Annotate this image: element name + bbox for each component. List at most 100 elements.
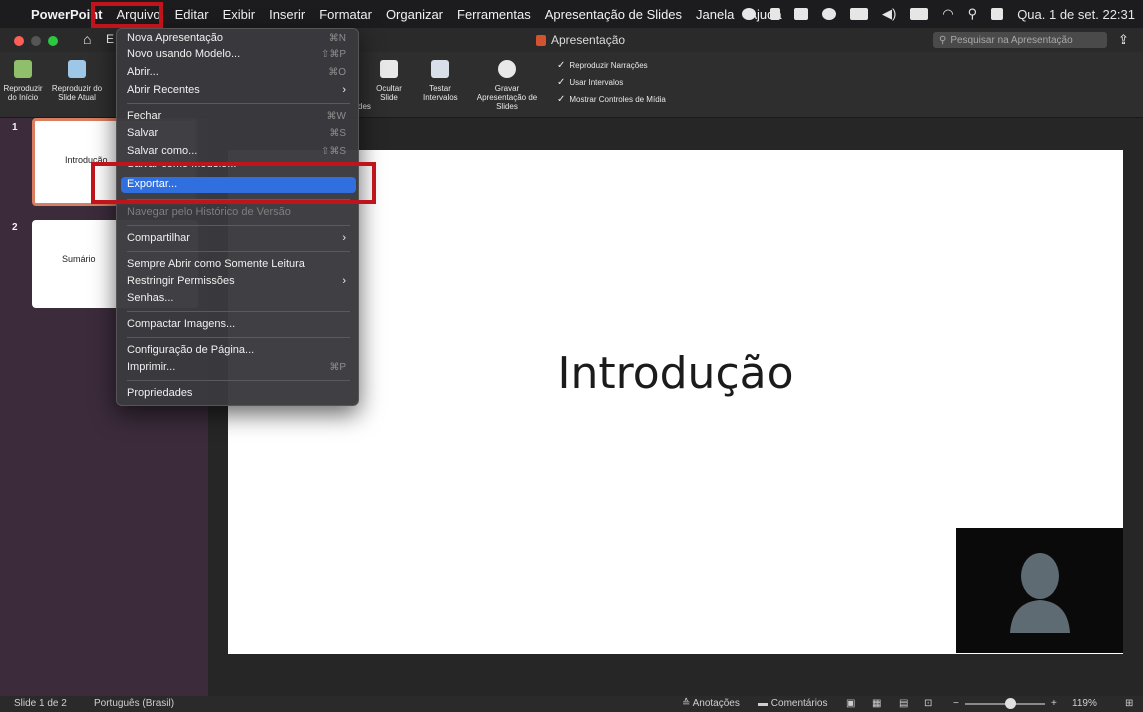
menu-item-passwords[interactable]: Senhas...: [121, 291, 356, 306]
menu-item-restrict[interactable]: Restringir Permissões ›: [121, 274, 356, 289]
menu-item-new-template[interactable]: Novo usando Modelo... ⇧⌘P: [121, 47, 356, 62]
checkbox-media-controls[interactable]: ✓ Mostrar Controles de Mídia: [557, 94, 666, 105]
normal-view-icon[interactable]: ▣: [846, 698, 855, 709]
spotlight-search-icon[interactable]: ⚲: [968, 6, 978, 22]
menu-item-read-only[interactable]: Sempre Abrir como Somente Leitura: [121, 257, 356, 272]
menu-item-close[interactable]: Fechar ⌘W: [121, 109, 356, 124]
close-window-button[interactable]: [14, 36, 24, 46]
thumbnail-text: Sumário: [62, 254, 96, 264]
location-icon[interactable]: [769, 8, 780, 20]
menu-item-label: Nova Apresentação: [127, 32, 224, 44]
menu-ferramentas[interactable]: Ferramentas: [450, 7, 538, 22]
record-icon: [498, 60, 516, 78]
menu-item-page-setup[interactable]: Configuração de Página...: [121, 343, 356, 358]
narrations-label: Reproduzir Narrações: [569, 61, 648, 70]
chevron-right-icon: ›: [342, 84, 346, 96]
record-show-label: Gravar Apresentação de Slides: [476, 84, 538, 111]
shortcut: ⌘P: [329, 362, 346, 373]
thumbnail-number: 1: [12, 122, 18, 133]
search-input[interactable]: ⚲ Pesquisar na Apresentação: [933, 32, 1107, 48]
menu-janela[interactable]: Janela: [689, 7, 741, 22]
checkmark-icon: ✓: [557, 60, 566, 71]
timings-label: Usar Intervalos: [569, 78, 624, 87]
menu-separator: [127, 103, 350, 104]
menu-clock[interactable]: Qua. 1 de set. 22:31: [1017, 7, 1135, 22]
share-icon[interactable]: ⇪: [1118, 32, 1132, 47]
comments-button[interactable]: ▬ Comentários: [758, 698, 827, 709]
menu-apresentacao[interactable]: Apresentação de Slides: [538, 7, 689, 22]
menu-item-label: Compactar Imagens...: [127, 318, 236, 330]
alert-icon[interactable]: [793, 8, 808, 20]
sorter-view-icon[interactable]: ▦: [872, 698, 881, 709]
zoom-window-button[interactable]: [48, 36, 58, 46]
menu-item-label: Novo usando Modelo...: [127, 48, 241, 60]
play-from-start-button[interactable]: Reproduzir do Início: [3, 60, 43, 102]
zoom-out-button[interactable]: −: [953, 698, 959, 709]
fit-slide-icon[interactable]: ⊞: [1125, 698, 1133, 709]
chevron-right-icon: ›: [342, 275, 346, 287]
menu-item-label: Compartilhar: [127, 232, 190, 244]
checkbox-timings[interactable]: ✓ Usar Intervalos: [557, 77, 623, 88]
menu-item-label: Configuração de Página...: [127, 344, 255, 356]
menu-item-version-history: Navegar pelo Histórico de Versão: [121, 205, 356, 220]
notes-button[interactable]: ≙ Anotações: [682, 698, 740, 709]
home-icon[interactable]: ⌂: [83, 31, 91, 47]
hide-slide-button[interactable]: Ocultar Slide: [373, 60, 405, 102]
menu-item-label: Senhas...: [127, 292, 174, 304]
menu-item-save-as[interactable]: Salvar como... ⇧⌘S: [121, 144, 356, 159]
menu-item-properties[interactable]: Propriedades: [121, 386, 356, 401]
search-icon: ⚲: [939, 34, 947, 46]
menu-item-label: Navegar pelo Histórico de Versão: [127, 206, 291, 218]
menu-organizar[interactable]: Organizar: [379, 7, 450, 22]
slide-counter: Slide 1 de 2: [14, 698, 67, 709]
menu-formatar[interactable]: Formatar: [312, 7, 379, 22]
language-indicator[interactable]: Português (Brasil): [94, 698, 174, 709]
menu-separator: [127, 311, 350, 312]
zoom-slider-handle[interactable]: [1005, 698, 1016, 709]
reading-view-icon[interactable]: ▤: [899, 698, 908, 709]
person-silhouette-icon: [1010, 553, 1070, 633]
slideshow-view-icon[interactable]: ⊡: [924, 698, 932, 709]
play-from-start-label: Reproduzir do Início: [3, 84, 43, 102]
volume-icon[interactable]: ◀): [882, 6, 896, 22]
minimize-window-button[interactable]: [31, 36, 41, 46]
menu-item-label: Salvar: [127, 127, 159, 139]
menu-separator: [127, 337, 350, 338]
keyboard-icon[interactable]: [910, 8, 929, 20]
menu-exibir[interactable]: Exibir: [216, 7, 263, 22]
shortcut: ⌘O: [328, 67, 346, 78]
hide-slide-label: Ocultar Slide: [376, 84, 402, 102]
control-center-icon[interactable]: [991, 8, 1004, 20]
menu-item-save[interactable]: Salvar ⌘S: [121, 126, 356, 141]
zoom-in-button[interactable]: +: [1051, 698, 1057, 709]
menu-item-compress[interactable]: Compactar Imagens...: [121, 317, 356, 332]
compass-icon[interactable]: [741, 8, 756, 20]
menu-item-share[interactable]: Compartilhar ›: [121, 231, 356, 246]
menu-item-open-recent[interactable]: Abrir Recentes ›: [121, 83, 356, 98]
shortcut: ⌘W: [326, 111, 346, 122]
toolbar-cut-off-icon[interactable]: E: [106, 32, 114, 46]
menu-inserir[interactable]: Inserir: [262, 7, 312, 22]
search-placeholder: Pesquisar na Apresentação: [950, 34, 1073, 46]
test-timings-button[interactable]: Testar Intervalos: [420, 60, 460, 102]
record-show-button[interactable]: Gravar Apresentação de Slides: [462, 60, 552, 111]
checkbox-narrations[interactable]: ✓ Reproduzir Narrações: [557, 60, 648, 71]
slide-title[interactable]: Introdução: [228, 348, 1123, 399]
wifi-icon[interactable]: ◠: [942, 6, 953, 22]
ribbon-partial-label: des: [358, 102, 371, 111]
menu-separator: [127, 225, 350, 226]
document-title: Apresentação: [536, 33, 625, 47]
notes-label: Anotações: [692, 698, 740, 709]
menu-bar: PowerPoint Arquivo Editar Exibir Inserir…: [0, 0, 1143, 28]
play-current-button[interactable]: Reproduzir do Slide Atual: [46, 60, 108, 102]
battery-icon[interactable]: [849, 8, 868, 20]
menu-item-print[interactable]: Imprimir... ⌘P: [121, 360, 356, 375]
menu-editar[interactable]: Editar: [168, 7, 216, 22]
menu-item-label: Salvar como...: [127, 145, 198, 157]
menu-item-open[interactable]: Abrir... ⌘O: [121, 65, 356, 80]
zoom-level[interactable]: 119%: [1072, 698, 1097, 709]
document-title-text: Apresentação: [551, 33, 626, 47]
menu-item-new[interactable]: Nova Apresentação ⌘N: [121, 31, 356, 46]
cloud-icon[interactable]: [821, 8, 836, 20]
shortcut: ⇧⌘P: [320, 49, 346, 60]
